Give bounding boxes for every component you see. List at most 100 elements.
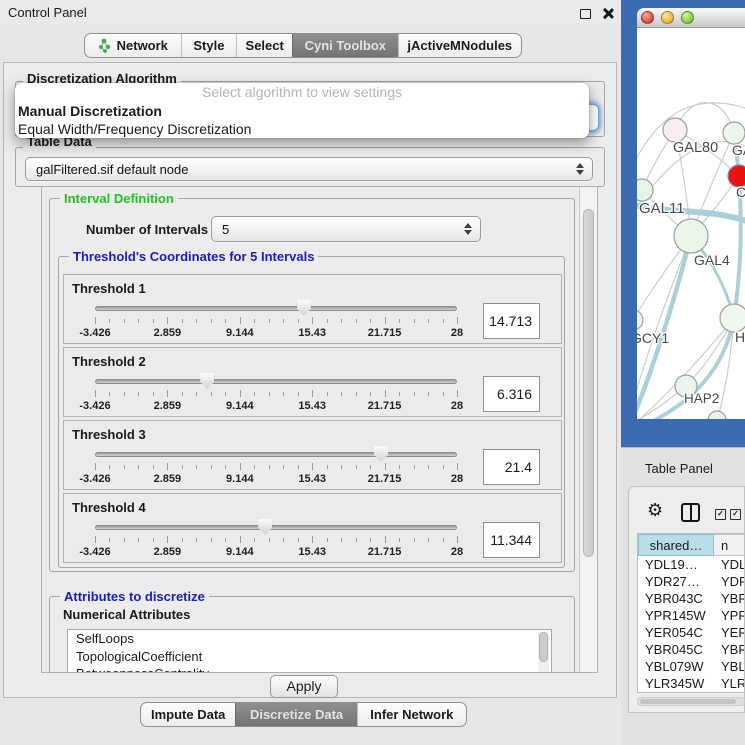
horizontal-scrollbar[interactable] (637, 697, 745, 706)
threshold-panel: Threshold 1 -3.4262.8599.14415.4321.7152… (63, 274, 562, 344)
node-label-clipped: H (735, 329, 745, 345)
node-label: GAL4 (694, 252, 730, 268)
slider-tick-labels: -3.4262.8599.14415.4321.71528 (95, 348, 457, 418)
checkbox-icon[interactable]: ✓ (730, 509, 741, 520)
threshold-panel: Threshold 4 -3.4262.8599.14415.4321.7152… (63, 493, 562, 563)
table-cell: YBR045C (638, 641, 714, 658)
table-panel-region: Table Panel ⚙ ✓ ✓ shared… n YDL19…YDL1YD… (621, 447, 745, 745)
network-canvas[interactable]: GAL80 GAL11 GAL4 GCY1 HAP2 GA C H (637, 28, 745, 419)
network-node[interactable] (674, 219, 708, 253)
list-item[interactable]: SelfLoops (68, 630, 551, 648)
combobox-value: 5 (222, 222, 229, 237)
gear-icon[interactable]: ⚙ (647, 500, 663, 520)
table-row[interactable]: YBL079WYBL0 (638, 658, 744, 675)
close-button[interactable] (641, 11, 654, 24)
group-title: Attributes to discretize (60, 590, 209, 604)
scrollbar-thumb[interactable] (583, 209, 594, 557)
table-cell: YLR3 (714, 675, 744, 692)
network-node[interactable] (637, 179, 653, 201)
group-title: Threshold's Coordinates for 5 Intervals (69, 250, 318, 264)
table-cell: YDL19… (638, 556, 714, 573)
scrollbar-thumb[interactable] (640, 699, 736, 704)
apply-button[interactable]: Apply (270, 675, 338, 698)
group-title: Interval Definition (60, 192, 178, 206)
table-cell: YBR043C (638, 590, 714, 607)
tab-select[interactable]: Select (236, 34, 292, 57)
vertical-scrollbar[interactable] (579, 187, 597, 672)
scrollbar-thumb[interactable] (539, 632, 548, 662)
node-label: GAL80 (673, 140, 718, 156)
tab-label: Style (193, 38, 224, 53)
table-row[interactable]: YBR043CYBR0 (638, 590, 744, 607)
dropdown-option-equal-width[interactable]: Equal Width/Frequency Discretization (15, 120, 589, 138)
network-window-titlebar[interactable] (637, 8, 745, 28)
num-intervals-combobox[interactable]: 5 (211, 216, 481, 242)
table-row[interactable]: YDR27…YDR2 (638, 573, 744, 590)
table-panel-window: ⚙ ✓ ✓ shared… n YDL19…YDL1YDR27…YDR2YBR0… (628, 486, 745, 713)
threshold-panel: Threshold 2 -3.4262.8599.14415.4321.7152… (63, 347, 562, 417)
minimize-button[interactable] (661, 11, 674, 24)
network-icon (98, 38, 111, 54)
checkbox-icon[interactable]: ✓ (715, 509, 726, 520)
threshold-panel: Threshold 3 -3.4262.8599.14415.4321.7152… (63, 420, 562, 490)
tab-network[interactable]: Network (85, 34, 181, 57)
tab-label: Select (246, 38, 284, 53)
list-item[interactable]: TopologicalCoefficient (68, 648, 551, 666)
network-view-window: GAL80 GAL11 GAL4 GCY1 HAP2 GA C H (621, 0, 745, 447)
tab-style[interactable]: Style (181, 34, 237, 57)
list-item[interactable]: BetweennessCentrality (68, 665, 551, 673)
numerical-attributes-label: Numerical Attributes (63, 607, 190, 622)
zoom-button[interactable] (681, 11, 694, 24)
tab-impute-data[interactable]: Impute Data (141, 703, 235, 726)
tab-cyni-toolbox[interactable]: Cyni Toolbox (292, 34, 398, 57)
network-node[interactable] (637, 310, 643, 330)
slider-tick-labels: -3.4262.8599.14415.4321.71528 (95, 275, 457, 345)
table-data-combobox[interactable]: galFiltered.sif default node (25, 157, 593, 181)
table-row[interactable]: YIL053CYIL0 (638, 692, 744, 693)
table-cell: YBR0 (714, 641, 744, 658)
threshold-value-input[interactable]: 11.344 (483, 522, 540, 558)
table-row[interactable]: YPR145WYPR1 (638, 607, 744, 624)
table-cell: YDR2 (714, 573, 744, 590)
column-header-name[interactable]: n (714, 534, 744, 556)
dropdown-placeholder: Select algorithm to view settings (15, 83, 589, 102)
table-cell: YBL079W (638, 658, 714, 675)
node-label: GCY1 (637, 330, 669, 346)
table-cell: YIL0 (714, 692, 744, 693)
threshold-value-input[interactable]: 14.713 (483, 303, 540, 339)
bottom-tab-bar: Impute Data Discretize Data Infer Networ… (140, 702, 467, 727)
node-label: HAP2 (684, 391, 719, 406)
close-icon[interactable] (601, 7, 614, 20)
threshold-value-input[interactable]: 21.4 (483, 449, 540, 485)
thresholds-group: Threshold's Coordinates for 5 Intervals … (58, 256, 565, 568)
table-cell: YER054C (638, 624, 714, 641)
network-node[interactable] (708, 411, 726, 419)
table-cell: YDR27… (638, 573, 714, 590)
table-row[interactable]: YER054CYER0 (638, 624, 744, 641)
columns-icon[interactable] (681, 503, 700, 522)
table-row[interactable]: YBR045CYBR0 (638, 641, 744, 658)
table-panel-title: Table Panel (645, 461, 713, 476)
algorithm-dropdown-popup: Select algorithm to view settings Manual… (15, 83, 589, 138)
dropdown-option-manual[interactable]: Manual Discretization (15, 102, 589, 120)
float-window-icon[interactable] (580, 9, 591, 19)
node-label-clipped: GA (732, 142, 745, 158)
tab-discretize-data[interactable]: Discretize Data (235, 703, 356, 726)
table-row[interactable]: YLR345WYLR3 (638, 675, 744, 692)
network-node[interactable] (663, 118, 687, 142)
numerical-attributes-list: SelfLoopsTopologicalCoefficientBetweenne… (67, 629, 552, 673)
network-node[interactable] (723, 122, 745, 144)
table-cell: YDL1 (714, 556, 744, 573)
control-panel: Control Panel Network Style Select Cyni … (0, 0, 621, 745)
threshold-value-input[interactable]: 6.316 (483, 376, 540, 412)
column-header-shared[interactable]: shared… (638, 534, 714, 556)
node-label: GAL11 (639, 200, 685, 217)
tab-jactivemnodules[interactable]: jActiveMNodules (398, 34, 521, 57)
table-cell: YLR345W (638, 675, 714, 692)
list-scrollbar[interactable] (538, 632, 549, 673)
network-node[interactable] (720, 304, 745, 332)
tab-infer-network[interactable]: Infer Network (357, 703, 466, 726)
table-body: YDL19…YDL1YDR27…YDR2YBR043CYBR0YPR145WYP… (638, 556, 744, 693)
table-row[interactable]: YDL19…YDL1 (638, 556, 744, 573)
network-nodes[interactable] (637, 118, 745, 419)
